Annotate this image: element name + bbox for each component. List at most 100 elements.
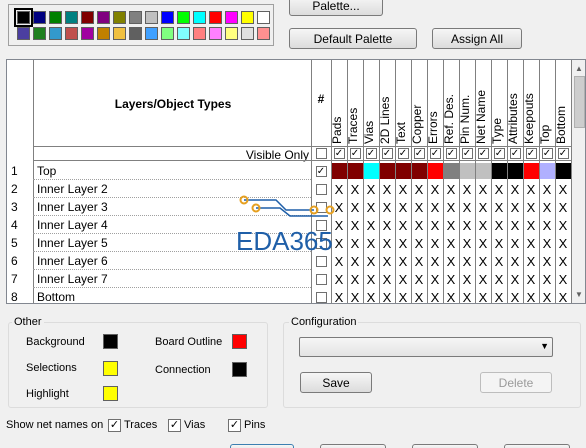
- palette-swatch[interactable]: [81, 11, 94, 24]
- visible-only-checkbox-cell[interactable]: [311, 144, 331, 162]
- visible-only-checkbox-cell[interactable]: ✓: [331, 144, 347, 162]
- palette-swatch[interactable]: [129, 11, 142, 24]
- color-cell[interactable]: X: [459, 288, 475, 304]
- palette-swatch[interactable]: [49, 11, 62, 24]
- color-cell[interactable]: X: [555, 270, 571, 288]
- color-cell[interactable]: [395, 162, 411, 180]
- palette-swatch[interactable]: [177, 11, 190, 24]
- color-cell[interactable]: X: [459, 216, 475, 234]
- color-cell[interactable]: X: [395, 252, 411, 270]
- color-cell[interactable]: X: [427, 288, 443, 304]
- visible-only-checkbox[interactable]: ✓: [365, 147, 377, 159]
- color-cell[interactable]: X: [331, 288, 347, 304]
- palette-swatch[interactable]: [17, 27, 30, 40]
- color-cell[interactable]: X: [507, 216, 523, 234]
- color-cell[interactable]: X: [363, 270, 379, 288]
- color-cell[interactable]: X: [523, 252, 539, 270]
- color-cell[interactable]: X: [491, 252, 507, 270]
- color-cell[interactable]: X: [459, 252, 475, 270]
- color-cell[interactable]: X: [363, 288, 379, 304]
- visible-only-checkbox-cell[interactable]: ✓: [395, 144, 411, 162]
- color-cell[interactable]: X: [459, 198, 475, 216]
- visible-only-checkbox[interactable]: ✓: [525, 147, 537, 159]
- color-cell[interactable]: X: [363, 234, 379, 252]
- palette-swatch[interactable]: [129, 27, 142, 40]
- palette-swatch[interactable]: [257, 11, 270, 24]
- column-header[interactable]: Copper: [410, 64, 427, 146]
- color-cell[interactable]: X: [475, 252, 491, 270]
- visible-only-checkbox-cell[interactable]: ✓: [491, 144, 507, 162]
- layer-visible-checkbox[interactable]: [315, 273, 327, 285]
- column-header[interactable]: Bottom: [554, 64, 571, 146]
- color-cell[interactable]: X: [555, 216, 571, 234]
- visible-only-checkbox[interactable]: ✓: [397, 147, 409, 159]
- help-button[interactable]: [504, 444, 570, 448]
- color-cell[interactable]: X: [523, 234, 539, 252]
- color-cell[interactable]: X: [555, 180, 571, 198]
- color-cell[interactable]: X: [475, 216, 491, 234]
- color-cell[interactable]: X: [443, 198, 459, 216]
- palette-swatch[interactable]: [97, 27, 110, 40]
- visible-only-checkbox-cell[interactable]: ✓: [411, 144, 427, 162]
- vertical-scrollbar[interactable]: ▲ ▼: [571, 60, 585, 303]
- scroll-down-icon[interactable]: ▼: [575, 290, 583, 299]
- visible-only-checkbox[interactable]: ✓: [509, 147, 521, 159]
- color-cell[interactable]: X: [411, 270, 427, 288]
- connection-color-swatch[interactable]: [232, 362, 247, 377]
- color-cell[interactable]: [491, 162, 507, 180]
- color-cell[interactable]: [443, 162, 459, 180]
- color-cell[interactable]: X: [491, 216, 507, 234]
- color-cell[interactable]: X: [427, 180, 443, 198]
- color-cell[interactable]: X: [427, 198, 443, 216]
- color-cell[interactable]: X: [411, 252, 427, 270]
- color-cell[interactable]: X: [395, 216, 411, 234]
- color-cell[interactable]: X: [427, 252, 443, 270]
- color-cell[interactable]: X: [411, 216, 427, 234]
- save-button[interactable]: Save: [300, 372, 372, 393]
- color-cell[interactable]: X: [411, 288, 427, 304]
- visible-only-checkbox-cell[interactable]: ✓: [347, 144, 363, 162]
- layer-visible-checkbox[interactable]: ✓: [315, 165, 327, 177]
- visible-only-checkbox[interactable]: ✓: [541, 147, 553, 159]
- palette-swatch[interactable]: [65, 27, 78, 40]
- visible-only-checkbox[interactable]: ✓: [493, 147, 505, 159]
- visible-only-checkbox[interactable]: ✓: [477, 147, 489, 159]
- layer-visible-checkbox[interactable]: [315, 291, 327, 303]
- color-cell[interactable]: X: [395, 234, 411, 252]
- color-cell[interactable]: X: [523, 198, 539, 216]
- color-cell[interactable]: X: [411, 234, 427, 252]
- color-cell[interactable]: X: [379, 234, 395, 252]
- color-cell[interactable]: X: [331, 270, 347, 288]
- color-cell[interactable]: X: [491, 270, 507, 288]
- palette-swatch[interactable]: [177, 27, 190, 40]
- color-cell[interactable]: X: [475, 198, 491, 216]
- visible-only-checkbox-cell[interactable]: ✓: [555, 144, 571, 162]
- visible-only-checkbox[interactable]: ✓: [557, 147, 569, 159]
- color-cell[interactable]: X: [507, 270, 523, 288]
- palette-swatch[interactable]: [209, 11, 222, 24]
- color-cell[interactable]: X: [347, 288, 363, 304]
- color-cell[interactable]: X: [379, 198, 395, 216]
- color-cell[interactable]: X: [427, 270, 443, 288]
- color-cell[interactable]: [331, 162, 347, 180]
- color-cell[interactable]: [363, 162, 379, 180]
- cancel-button[interactable]: [320, 444, 386, 448]
- color-cell[interactable]: X: [555, 288, 571, 304]
- color-cell[interactable]: X: [411, 180, 427, 198]
- color-cell[interactable]: X: [427, 234, 443, 252]
- palette-swatch[interactable]: [161, 11, 174, 24]
- color-cell[interactable]: X: [539, 288, 555, 304]
- color-cell[interactable]: X: [379, 180, 395, 198]
- color-cell[interactable]: X: [507, 198, 523, 216]
- color-cell[interactable]: X: [539, 252, 555, 270]
- visible-only-checkbox-cell[interactable]: ✓: [523, 144, 539, 162]
- column-header[interactable]: Errors: [426, 64, 443, 146]
- color-cell[interactable]: X: [363, 198, 379, 216]
- visible-only-checkbox[interactable]: ✓: [413, 147, 425, 159]
- visible-only-checkbox-cell[interactable]: ✓: [443, 144, 459, 162]
- color-cell[interactable]: X: [379, 288, 395, 304]
- column-header[interactable]: Top: [538, 64, 555, 146]
- visible-only-checkbox-cell[interactable]: ✓: [475, 144, 491, 162]
- visible-only-checkbox[interactable]: ✓: [333, 147, 345, 159]
- layer-visible-checkbox-cell[interactable]: ✓: [311, 162, 331, 180]
